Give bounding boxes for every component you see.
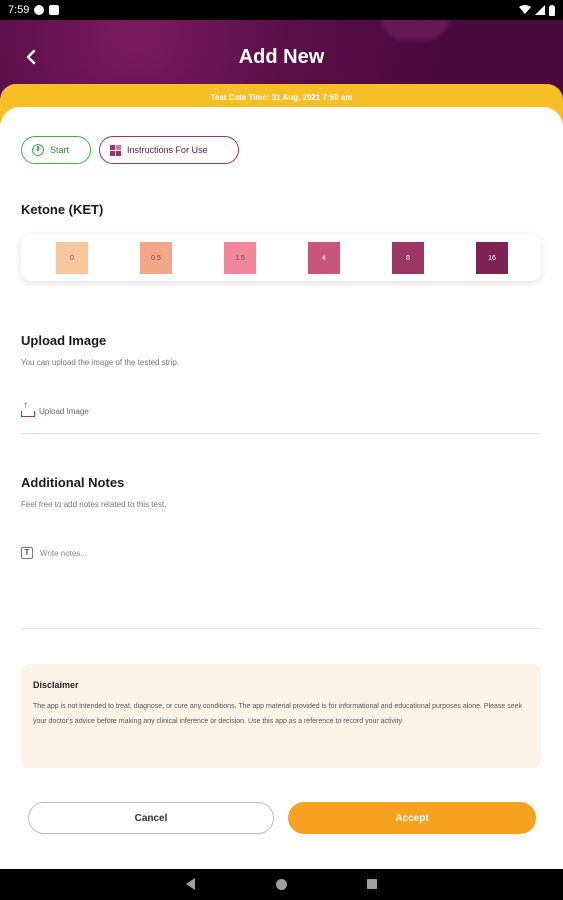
test-title: Ketone (KET) (21, 202, 104, 217)
cancel-button[interactable]: Cancel (28, 802, 274, 834)
divider (21, 628, 541, 629)
page-title: Add New (238, 46, 325, 68)
notes-input[interactable] (40, 549, 520, 558)
disclaimer-text: The app is not intended to treat, diagno… (33, 703, 523, 725)
instructions-label: Instructions For Use (127, 145, 208, 155)
text-icon: T (21, 547, 33, 559)
color-swatch[interactable]: 16 (476, 242, 508, 274)
nav-back-icon[interactable] (186, 878, 195, 890)
battery-icon (549, 4, 555, 16)
notes-title: Additional Notes (21, 475, 125, 490)
app-notification-icon (34, 5, 45, 15)
wifi-icon (519, 5, 531, 14)
upload-icon (21, 400, 35, 417)
color-swatch[interactable]: 8 (392, 242, 424, 274)
color-swatch[interactable]: 4 (308, 242, 340, 274)
accept-button[interactable]: Accept (288, 802, 536, 834)
color-swatch[interactable]: 0.5 (140, 242, 172, 274)
test-date-time: Test Date Time: 31 Aug, 2021 7:59 am (210, 93, 353, 102)
color-swatch[interactable]: 1.5 (224, 242, 256, 274)
upload-subtitle: You can upload the image of the tested s… (21, 358, 180, 367)
nav-home-icon[interactable] (276, 879, 287, 890)
start-label: Start (50, 145, 70, 155)
clipboard-icon (49, 5, 60, 15)
status-time: 7:59 (8, 4, 30, 16)
nav-recents-icon[interactable] (367, 879, 377, 889)
disclaimer-title: Disclaimer (33, 680, 79, 690)
status-bar: 7:59 (0, 0, 563, 20)
timer-icon (32, 144, 44, 156)
instructions-button[interactable]: Instructions For Use (99, 136, 239, 164)
upload-image-button[interactable]: Upload Image (21, 400, 89, 417)
instructions-icon (110, 144, 121, 156)
divider (21, 433, 541, 434)
signal-icon (535, 5, 545, 15)
disclaimer-box: Disclaimer The app is not intended to tr… (21, 664, 541, 768)
color-swatch[interactable]: 0 (56, 242, 88, 274)
color-scale-card (21, 234, 541, 281)
start-button[interactable]: Start (21, 136, 91, 164)
upload-label: Upload Image (39, 406, 89, 416)
upload-title: Upload Image (21, 333, 107, 348)
notes-subtitle: Feel free to add notes related to this t… (21, 500, 167, 509)
notes-field[interactable]: T (21, 546, 541, 616)
